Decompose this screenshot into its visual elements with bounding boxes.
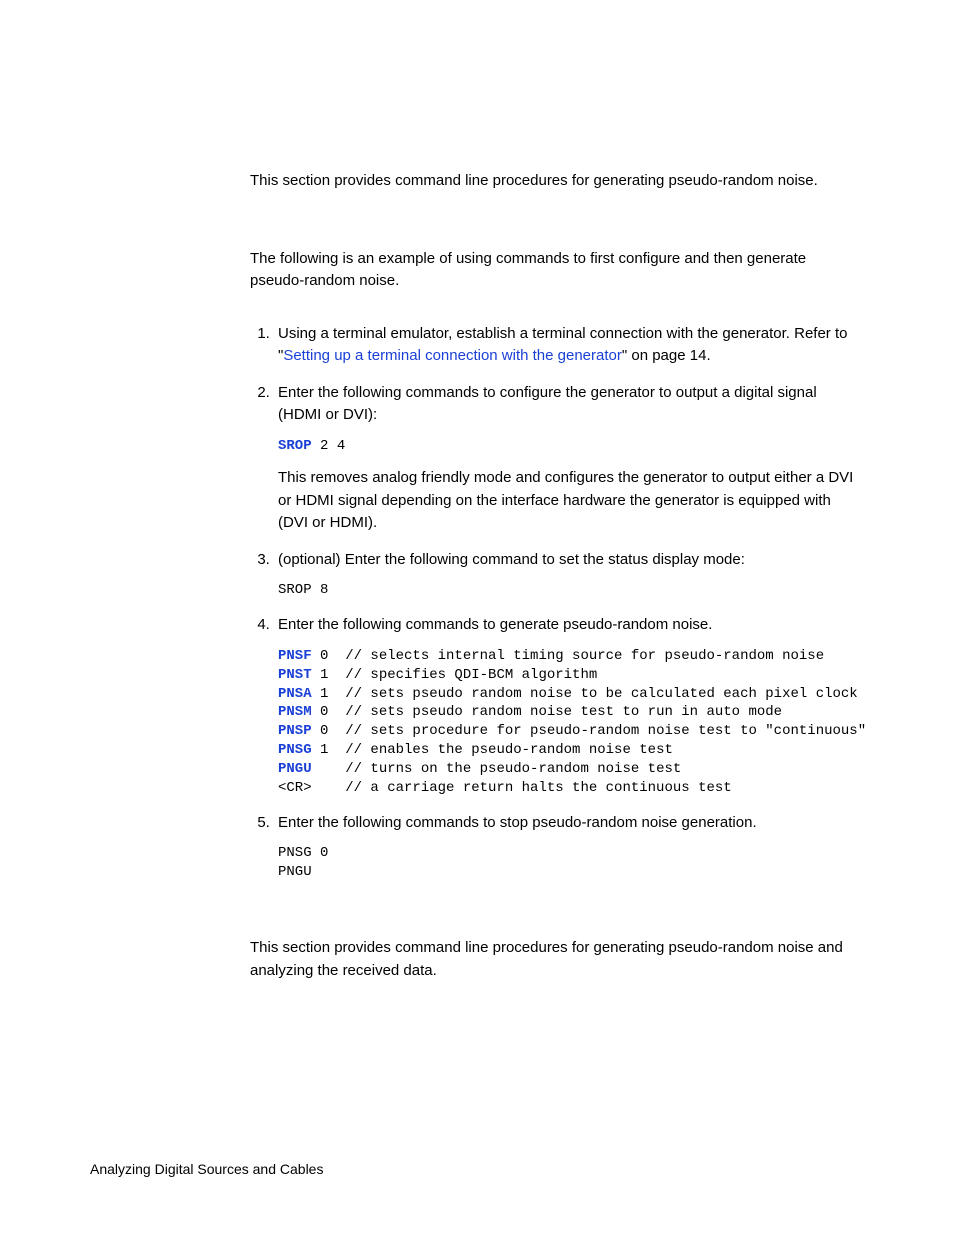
- code-line-rest: 0 // selects internal timing source for …: [312, 648, 824, 664]
- step-5-text: Enter the following commands to stop pse…: [278, 814, 757, 831]
- step-2-text-b: This removes analog friendly mode and co…: [278, 467, 864, 535]
- pnst-keyword: PNST: [278, 667, 312, 683]
- step-4: Enter the following commands to generate…: [274, 614, 864, 798]
- steps-list: Using a terminal emulator, establish a t…: [250, 323, 864, 883]
- code-line-rest: 0 // sets pseudo random noise test to ru…: [312, 704, 782, 720]
- step-1-text-b: " on page 14.: [622, 347, 711, 364]
- step-3: (optional) Enter the following command t…: [274, 549, 864, 600]
- code-line-rest: 0 // sets procedure for pseudo-random no…: [312, 723, 867, 739]
- pngu-keyword: PNGU: [278, 761, 312, 777]
- step-5: Enter the following commands to stop pse…: [274, 812, 864, 882]
- page: This section provides command line proce…: [0, 0, 954, 1235]
- intro-paragraph: This section provides command line proce…: [250, 170, 864, 193]
- outro-paragraph: This section provides command line proce…: [250, 937, 864, 982]
- step-2: Enter the following commands to configur…: [274, 382, 864, 535]
- step-2-code: SROP 2 4: [278, 437, 864, 456]
- step-5-code: PNSG 0 PNGU: [278, 844, 864, 882]
- code-line-rest: 1 // specifies QDI-BCM algorithm: [312, 667, 598, 683]
- code-line-rest: // turns on the pseudo-random noise test: [312, 761, 682, 777]
- srop-keyword: SROP: [278, 438, 312, 454]
- pnsp-keyword: PNSP: [278, 723, 312, 739]
- example-intro: The following is an example of using com…: [250, 248, 864, 293]
- code-line-rest: 1 // sets pseudo random noise to be calc…: [312, 686, 858, 702]
- pnsm-keyword: PNSM: [278, 704, 312, 720]
- pnsf-keyword: PNSF: [278, 648, 312, 664]
- step-3-code: SROP 8: [278, 581, 864, 600]
- step-1: Using a terminal emulator, establish a t…: [274, 323, 864, 368]
- step-4-text: Enter the following commands to generate…: [278, 616, 712, 633]
- code-line-rest: 1 // enables the pseudo-random noise tes…: [312, 742, 673, 758]
- code-line-rest: <CR> // a carriage return halts the cont…: [278, 780, 732, 796]
- page-footer: Analyzing Digital Sources and Cables: [90, 1159, 323, 1180]
- terminal-setup-link[interactable]: Setting up a terminal connection with th…: [283, 347, 622, 364]
- step-3-text: (optional) Enter the following command t…: [278, 551, 745, 568]
- pnsg-keyword: PNSG: [278, 742, 312, 758]
- pnsa-keyword: PNSA: [278, 686, 312, 702]
- srop-args: 2 4: [312, 438, 346, 454]
- step-2-text-a: Enter the following commands to configur…: [278, 384, 817, 424]
- step-4-code: PNSF 0 // selects internal timing source…: [278, 647, 864, 798]
